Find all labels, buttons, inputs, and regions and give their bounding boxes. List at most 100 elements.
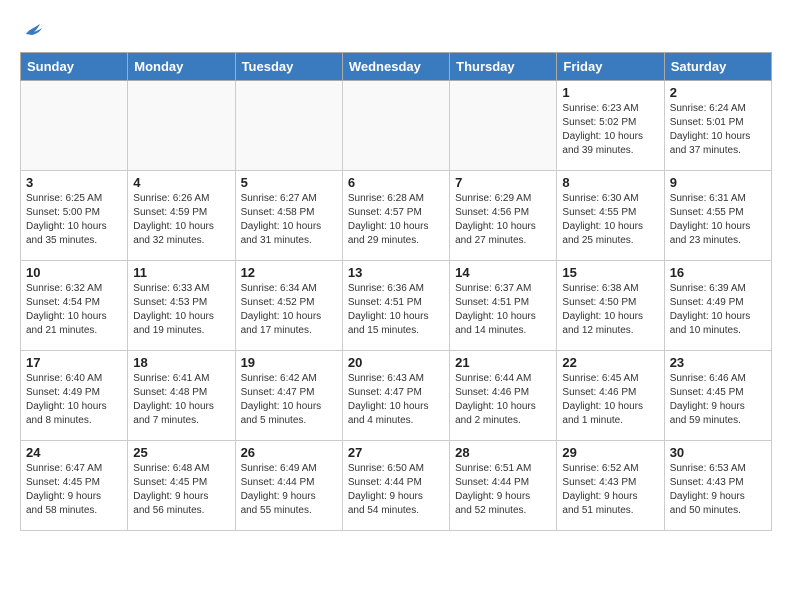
day-number: 2 xyxy=(670,85,766,100)
day-number: 18 xyxy=(133,355,229,370)
day-detail: Sunrise: 6:51 AM Sunset: 4:44 PM Dayligh… xyxy=(455,462,551,518)
day-detail: Sunrise: 6:32 AM Sunset: 4:54 PM Dayligh… xyxy=(26,282,122,338)
day-detail: Sunrise: 6:30 AM Sunset: 4:55 PM Dayligh… xyxy=(562,192,658,248)
day-number: 16 xyxy=(670,265,766,280)
calendar-cell: 8 Sunrise: 6:30 AM Sunset: 4:55 PM Daylig… xyxy=(557,171,664,261)
calendar-cell xyxy=(342,81,449,171)
calendar-cell: 10 Sunrise: 6:32 AM Sunset: 4:54 PM Dayli… xyxy=(21,261,128,351)
day-number: 6 xyxy=(348,175,444,190)
day-number: 15 xyxy=(562,265,658,280)
day-detail: Sunrise: 6:38 AM Sunset: 4:50 PM Dayligh… xyxy=(562,282,658,338)
day-of-week-header: Monday xyxy=(128,53,235,81)
calendar-cell: 24Sunrise: 6:47 AM Sunset: 4:45 PM Dayli… xyxy=(21,441,128,531)
calendar-cell xyxy=(450,81,557,171)
day-detail: Sunrise: 6:41 AM Sunset: 4:48 PM Dayligh… xyxy=(133,372,229,428)
day-number: 7 xyxy=(455,175,551,190)
day-of-week-header: Friday xyxy=(557,53,664,81)
day-of-week-header: Tuesday xyxy=(235,53,342,81)
day-detail: Sunrise: 6:46 AM Sunset: 4:45 PM Dayligh… xyxy=(670,372,766,428)
calendar-header-row: SundayMondayTuesdayWednesdayThursdayFrid… xyxy=(21,53,772,81)
calendar-cell: 26 Sunrise: 6:49 AM Sunset: 4:44 PM Dayli… xyxy=(235,441,342,531)
day-number: 23 xyxy=(670,355,766,370)
calendar-week-row: 1 Sunrise: 6:23 AM Sunset: 5:02 PM Daylig… xyxy=(21,81,772,171)
day-number: 14 xyxy=(455,265,551,280)
calendar-cell xyxy=(128,81,235,171)
day-detail: Sunrise: 6:33 AM Sunset: 4:53 PM Dayligh… xyxy=(133,282,229,338)
day-detail: Sunrise: 6:49 AM Sunset: 4:44 PM Dayligh… xyxy=(241,462,337,518)
day-detail: Sunrise: 6:53 AM Sunset: 4:43 PM Dayligh… xyxy=(670,462,766,518)
day-detail: Sunrise: 6:34 AM Sunset: 4:52 PM Dayligh… xyxy=(241,282,337,338)
day-number: 20 xyxy=(348,355,444,370)
calendar-cell: 23 Sunrise: 6:46 AM Sunset: 4:45 PM Dayli… xyxy=(664,351,771,441)
day-of-week-header: Thursday xyxy=(450,53,557,81)
day-detail: Sunrise: 6:43 AM Sunset: 4:47 PM Dayligh… xyxy=(348,372,444,428)
day-number: 25 xyxy=(133,445,229,460)
calendar-cell: 13 Sunrise: 6:36 AM Sunset: 4:51 PM Dayli… xyxy=(342,261,449,351)
calendar-cell xyxy=(21,81,128,171)
calendar-cell: 22Sunrise: 6:45 AM Sunset: 4:46 PM Dayli… xyxy=(557,351,664,441)
calendar-cell: 18 Sunrise: 6:41 AM Sunset: 4:48 PM Dayli… xyxy=(128,351,235,441)
day-detail: Sunrise: 6:42 AM Sunset: 4:47 PM Dayligh… xyxy=(241,372,337,428)
logo xyxy=(20,20,44,42)
calendar-cell: 29 Sunrise: 6:52 AM Sunset: 4:43 PM Dayli… xyxy=(557,441,664,531)
day-detail: Sunrise: 6:23 AM Sunset: 5:02 PM Dayligh… xyxy=(562,102,658,158)
calendar-cell: 12 Sunrise: 6:34 AM Sunset: 4:52 PM Dayli… xyxy=(235,261,342,351)
day-detail: Sunrise: 6:36 AM Sunset: 4:51 PM Dayligh… xyxy=(348,282,444,338)
day-detail: Sunrise: 6:28 AM Sunset: 4:57 PM Dayligh… xyxy=(348,192,444,248)
day-of-week-header: Saturday xyxy=(664,53,771,81)
day-number: 5 xyxy=(241,175,337,190)
calendar-cell: 3 Sunrise: 6:25 AM Sunset: 5:00 PM Daylig… xyxy=(21,171,128,261)
day-detail: Sunrise: 6:47 AM Sunset: 4:45 PM Dayligh… xyxy=(26,462,122,518)
day-number: 19 xyxy=(241,355,337,370)
calendar-cell: 2 Sunrise: 6:24 AM Sunset: 5:01 PM Daylig… xyxy=(664,81,771,171)
day-number: 9 xyxy=(670,175,766,190)
day-detail: Sunrise: 6:44 AM Sunset: 4:46 PM Dayligh… xyxy=(455,372,551,428)
calendar-cell: 7 Sunrise: 6:29 AM Sunset: 4:56 PM Daylig… xyxy=(450,171,557,261)
day-detail: Sunrise: 6:40 AM Sunset: 4:49 PM Dayligh… xyxy=(26,372,122,428)
day-detail: Sunrise: 6:37 AM Sunset: 4:51 PM Dayligh… xyxy=(455,282,551,338)
calendar-cell: 25 Sunrise: 6:48 AM Sunset: 4:45 PM Dayli… xyxy=(128,441,235,531)
calendar-week-row: 10 Sunrise: 6:32 AM Sunset: 4:54 PM Dayli… xyxy=(21,261,772,351)
calendar-cell: 17 Sunrise: 6:40 AM Sunset: 4:49 PM Dayli… xyxy=(21,351,128,441)
calendar-cell: 27 Sunrise: 6:50 AM Sunset: 4:44 PM Dayli… xyxy=(342,441,449,531)
calendar-cell: 6 Sunrise: 6:28 AM Sunset: 4:57 PM Daylig… xyxy=(342,171,449,261)
day-detail: Sunrise: 6:48 AM Sunset: 4:45 PM Dayligh… xyxy=(133,462,229,518)
day-number: 28 xyxy=(455,445,551,460)
day-of-week-header: Wednesday xyxy=(342,53,449,81)
page-header xyxy=(20,20,772,42)
day-number: 3 xyxy=(26,175,122,190)
day-number: 30 xyxy=(670,445,766,460)
calendar-cell: 20 Sunrise: 6:43 AM Sunset: 4:47 PM Dayli… xyxy=(342,351,449,441)
day-number: 13 xyxy=(348,265,444,280)
calendar-cell: 9 Sunrise: 6:31 AM Sunset: 4:55 PM Daylig… xyxy=(664,171,771,261)
day-number: 11 xyxy=(133,265,229,280)
day-detail: Sunrise: 6:39 AM Sunset: 4:49 PM Dayligh… xyxy=(670,282,766,338)
day-detail: Sunrise: 6:50 AM Sunset: 4:44 PM Dayligh… xyxy=(348,462,444,518)
day-detail: Sunrise: 6:52 AM Sunset: 4:43 PM Dayligh… xyxy=(562,462,658,518)
calendar-cell: 15 Sunrise: 6:38 AM Sunset: 4:50 PM Dayli… xyxy=(557,261,664,351)
calendar-cell: 1 Sunrise: 6:23 AM Sunset: 5:02 PM Daylig… xyxy=(557,81,664,171)
day-number: 10 xyxy=(26,265,122,280)
day-detail: Sunrise: 6:25 AM Sunset: 5:00 PM Dayligh… xyxy=(26,192,122,248)
day-detail: Sunrise: 6:24 AM Sunset: 5:01 PM Dayligh… xyxy=(670,102,766,158)
day-detail: Sunrise: 6:27 AM Sunset: 4:58 PM Dayligh… xyxy=(241,192,337,248)
calendar-week-row: 24Sunrise: 6:47 AM Sunset: 4:45 PM Dayli… xyxy=(21,441,772,531)
day-number: 27 xyxy=(348,445,444,460)
day-number: 12 xyxy=(241,265,337,280)
day-number: 8 xyxy=(562,175,658,190)
day-detail: Sunrise: 6:26 AM Sunset: 4:59 PM Dayligh… xyxy=(133,192,229,248)
day-detail: Sunrise: 6:31 AM Sunset: 4:55 PM Dayligh… xyxy=(670,192,766,248)
day-number: 1 xyxy=(562,85,658,100)
day-number: 26 xyxy=(241,445,337,460)
calendar-cell xyxy=(235,81,342,171)
day-number: 29 xyxy=(562,445,658,460)
calendar-cell: 16 Sunrise: 6:39 AM Sunset: 4:49 PM Dayli… xyxy=(664,261,771,351)
calendar-cell: 11 Sunrise: 6:33 AM Sunset: 4:53 PM Dayli… xyxy=(128,261,235,351)
day-number: 17 xyxy=(26,355,122,370)
calendar-cell: 4Sunrise: 6:26 AM Sunset: 4:59 PM Daylig… xyxy=(128,171,235,261)
day-of-week-header: Sunday xyxy=(21,53,128,81)
calendar-cell: 5 Sunrise: 6:27 AM Sunset: 4:58 PM Daylig… xyxy=(235,171,342,261)
calendar-cell: 30 Sunrise: 6:53 AM Sunset: 4:43 PM Dayli… xyxy=(664,441,771,531)
calendar-cell: 21Sunrise: 6:44 AM Sunset: 4:46 PM Dayli… xyxy=(450,351,557,441)
day-detail: Sunrise: 6:29 AM Sunset: 4:56 PM Dayligh… xyxy=(455,192,551,248)
